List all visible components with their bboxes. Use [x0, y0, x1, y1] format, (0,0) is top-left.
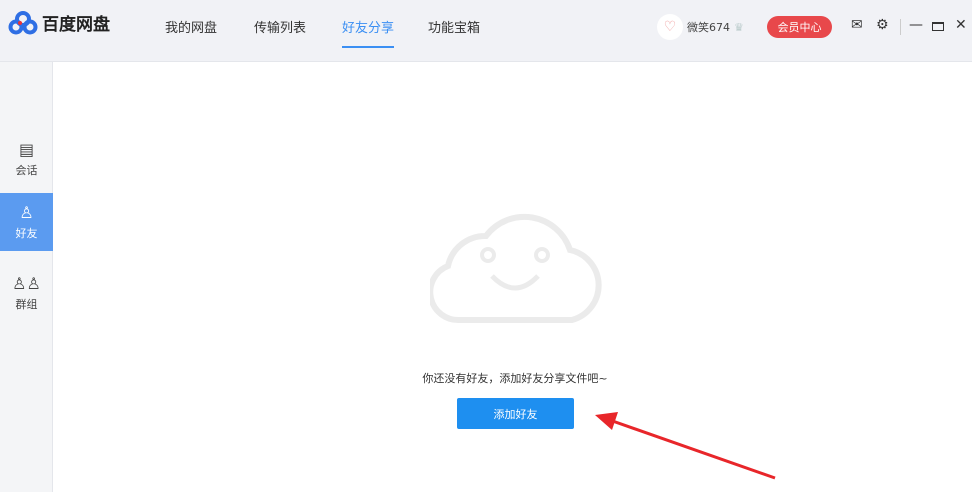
- sidebar-item-chat[interactable]: ▤ 会话: [0, 130, 53, 188]
- close-icon[interactable]: ✕: [955, 17, 967, 33]
- chat-icon: ▤: [18, 140, 35, 159]
- minimize-icon[interactable]: —: [909, 17, 923, 33]
- user-icon: ♙: [19, 203, 34, 222]
- group-icon: ♙♙: [12, 274, 41, 293]
- tab-my-disk[interactable]: 我的网盘: [165, 17, 217, 36]
- tab-transfer-list[interactable]: 传输列表: [254, 17, 306, 36]
- mail-icon[interactable]: ✉: [851, 17, 863, 33]
- vip-center-button[interactable]: 会员中心: [767, 16, 832, 38]
- app-name: 百度网盘: [42, 15, 110, 35]
- empty-state-text: 你还没有好友，添加好友分享文件吧~: [422, 372, 608, 385]
- divider: [900, 19, 901, 35]
- sidebar-item-label: 好友: [15, 227, 38, 240]
- sidebar-item-friends[interactable]: ♙ 好友: [0, 193, 53, 251]
- sidebar-item-label: 会话: [15, 164, 38, 177]
- tab-friend-share[interactable]: 好友分享: [342, 17, 395, 48]
- maximize-icon[interactable]: [932, 22, 944, 31]
- add-friend-button[interactable]: 添加好友: [457, 398, 574, 429]
- avatar: ♡: [657, 14, 683, 40]
- gear-icon[interactable]: ⚙: [876, 17, 889, 33]
- crown-icon: ♛: [734, 20, 744, 34]
- baidu-cloud-logo-icon: [8, 10, 38, 34]
- sidebar: ▤ 会话 ♙ 好友 ♙♙ 群组: [0, 62, 53, 492]
- tab-toolbox[interactable]: 功能宝箱: [428, 17, 480, 36]
- sidebar-item-label: 群组: [15, 298, 38, 311]
- user-profile[interactable]: ♡ 微笑674 ♛: [657, 14, 744, 40]
- app-logo: 百度网盘: [8, 10, 110, 35]
- title-bar: 百度网盘 我的网盘 传输列表 好友分享 功能宝箱 ♡ 微笑674 ♛ 会员中心 …: [0, 0, 972, 62]
- sidebar-item-groups[interactable]: ♙♙ 群组: [0, 264, 53, 322]
- username: 微笑674: [687, 21, 730, 34]
- empty-cloud-icon: [430, 213, 602, 324]
- annotation-arrow-icon: [595, 412, 776, 480]
